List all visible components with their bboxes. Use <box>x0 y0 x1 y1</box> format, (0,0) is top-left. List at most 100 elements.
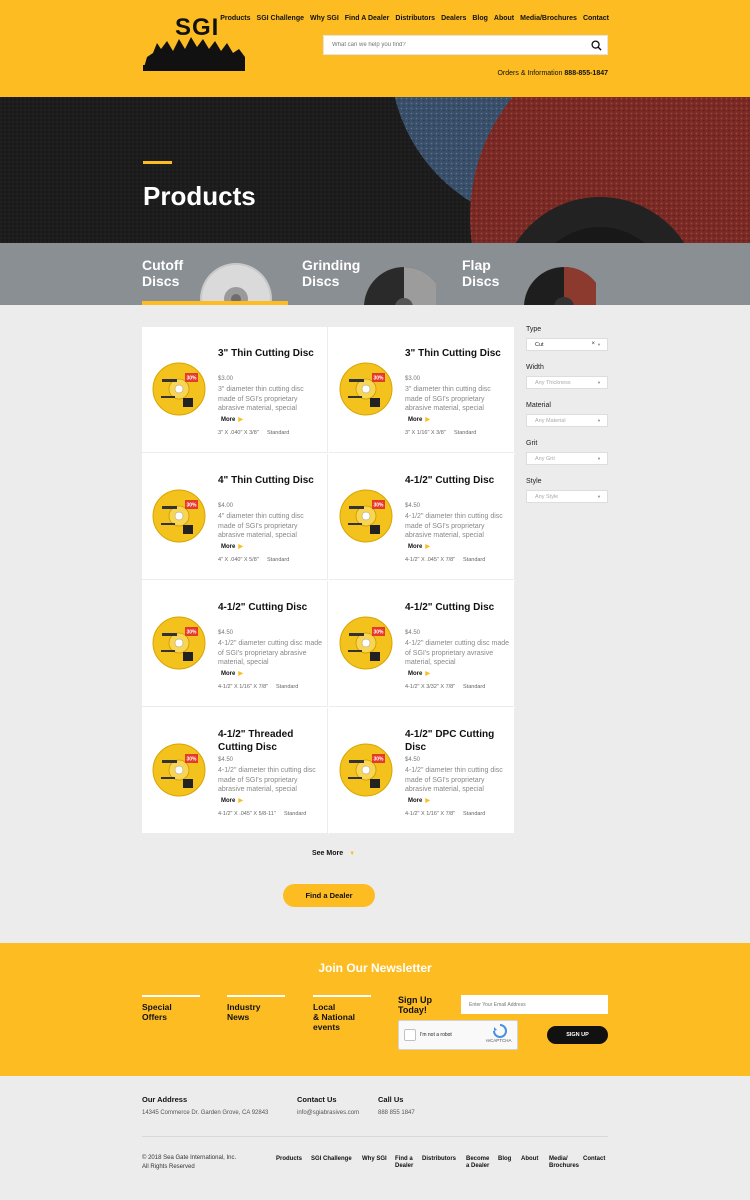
see-more-link[interactable]: See More ▼ <box>312 850 355 857</box>
footer-nav-link[interactable]: Why SGI <box>362 1156 387 1163</box>
product-price: $3.00 <box>218 376 234 382</box>
product-title[interactable]: 4-1/2" DPC Cutting Disc <box>405 729 510 754</box>
nav-link-find-a-dealer[interactable]: Find A Dealer <box>345 15 390 27</box>
footer-nav-label: Become <box>466 1156 490 1162</box>
product-card[interactable]: 30% 4-1/2" DPC Cutting Disc $4.50 4-1/2" di… <box>329 708 515 834</box>
product-disc-image: 30% <box>152 362 206 416</box>
discount-badge: 30% <box>373 630 384 636</box>
nav-link-why-sgi[interactable]: Why SGI <box>310 15 339 27</box>
product-title[interactable]: 4-1/2" Threaded Cutting Disc <box>218 729 323 754</box>
newsletter-benefit: Special Offers <box>142 995 200 1022</box>
product-grade: Standard <box>267 557 290 563</box>
call-phone-link[interactable]: 888 855 1847 <box>378 1110 415 1116</box>
footer-nav-link[interactable]: Become a Dealer <box>466 1156 489 1169</box>
find-dealer-button[interactable]: Find a Dealer <box>283 884 375 907</box>
footer-nav-label: About <box>521 1156 539 1162</box>
cutoff-disc-image <box>200 263 272 305</box>
footer-nav-link[interactable]: About <box>521 1156 538 1163</box>
footer-nav-link[interactable]: Contact <box>583 1156 605 1163</box>
product-description: 4-1/2" diameter cutting disc made of SGI… <box>405 640 510 667</box>
product-title[interactable]: 4" Thin Cutting Disc <box>218 475 323 488</box>
more-link[interactable]: More ▶ <box>408 797 430 804</box>
nav-link-products[interactable]: Products <box>220 15 250 27</box>
recaptcha-brand: reCAPTCHA <box>486 1038 512 1043</box>
product-title[interactable]: 4-1/2" Cutting Disc <box>405 475 510 488</box>
product-price: $4.00 <box>218 503 234 509</box>
more-link[interactable]: More ▶ <box>408 543 430 550</box>
filter-select-grit[interactable]: Any Grit ▼ <box>526 452 608 465</box>
more-link[interactable]: More ▶ <box>221 543 243 550</box>
hero-background-image <box>0 97 750 243</box>
nav-link-contact[interactable]: Contact <box>583 15 609 27</box>
product-description: 3" diameter thin cutting disc made of SG… <box>405 386 491 413</box>
product-card[interactable]: 30% 4-1/2" Cutting Disc $4.50 4-1/2" diamet… <box>329 581 515 707</box>
footer-nav-link[interactable]: Media/Brochures <box>549 1156 579 1169</box>
product-title[interactable]: 3" Thin Cutting Disc <box>218 348 323 361</box>
more-link[interactable]: More ▶ <box>408 416 430 423</box>
orders-label: Orders & Information <box>497 70 563 77</box>
email-field[interactable] <box>461 995 608 1014</box>
recaptcha-checkbox[interactable] <box>404 1029 416 1041</box>
discount-badge: 30% <box>186 376 197 382</box>
nav-link-media-brochures[interactable]: Media/Brochures <box>520 15 577 27</box>
product-disc-image: 30% <box>339 743 393 797</box>
play-triangle-icon: ▶ <box>238 544 243 550</box>
chevron-down-icon: ▼ <box>597 380 601 385</box>
orders-phone[interactable]: 888-855-1847 <box>564 70 608 77</box>
filter-value: Any Grit <box>535 455 555 462</box>
site-header: SGI Products SGI Challenge Why SGI Find A D… <box>0 0 750 97</box>
category-flap-discs[interactable]: Flap Discs <box>462 243 608 305</box>
filter-select-width[interactable]: Any Thickness ▼ <box>526 376 608 389</box>
product-title[interactable]: 4-1/2" Cutting Disc <box>405 602 510 615</box>
category-label: Cutoff <box>142 257 184 273</box>
footer-nav-link[interactable]: Distributors <box>422 1156 456 1163</box>
signup-button[interactable]: SIGN UP <box>547 1026 608 1044</box>
product-card[interactable]: 30% 4-1/2" Threaded Cutting Disc $4.50 4-1/… <box>142 708 328 834</box>
product-title[interactable]: 3" Thin Cutting Disc <box>405 348 510 361</box>
more-link[interactable]: More ▶ <box>221 797 243 804</box>
more-link[interactable]: More ▶ <box>408 670 430 677</box>
filter-select-material[interactable]: Any Material ▼ <box>526 414 608 427</box>
more-link[interactable]: More ▶ <box>221 670 243 677</box>
clear-icon[interactable]: × <box>591 341 595 347</box>
category-grinding-discs[interactable]: Grinding Discs <box>302 243 448 305</box>
footer-nav-label: a Dealer <box>466 1162 490 1169</box>
product-card[interactable]: 30% 3" Thin Cutting Disc $3.00 3" diameter … <box>142 327 328 453</box>
discount-badge: 30% <box>373 503 384 509</box>
recaptcha-label: I'm not a robot <box>420 1032 452 1038</box>
nav-link-sgi-challenge[interactable]: SGI Challenge <box>257 15 304 27</box>
grinding-disc-image <box>364 267 436 305</box>
product-card[interactable]: 30% 4-1/2" Cutting Disc $4.50 4-1/2" diamet… <box>329 454 515 580</box>
nav-link-about[interactable]: About <box>494 15 514 27</box>
more-link[interactable]: More ▶ <box>221 416 243 423</box>
footer-nav-link[interactable]: Blog <box>498 1156 511 1163</box>
category-label: Discs <box>462 273 500 289</box>
product-card[interactable]: 30% 3" Thin Cutting Disc $3.00 3" diameter … <box>329 327 515 453</box>
category-cutoff-discs[interactable]: Cutoff Discs <box>142 243 288 305</box>
product-grid: 30% 3" Thin Cutting Disc $3.00 3" diameter … <box>142 327 515 834</box>
footer-nav-link[interactable]: Products <box>276 1156 302 1163</box>
search-input[interactable] <box>324 42 585 48</box>
nav-link-blog[interactable]: Blog <box>472 15 488 27</box>
contact-email-link[interactable]: info@sgiabrasives.com <box>297 1110 359 1116</box>
filter-select-type[interactable]: Cut × ▼ <box>526 338 608 351</box>
benefit-text: & National <box>313 1012 356 1022</box>
newsletter-benefit: Industry News <box>227 995 285 1022</box>
filter-select-style[interactable]: Any Style ▼ <box>526 490 608 503</box>
product-card[interactable]: 30% 4" Thin Cutting Disc $4.00 4" diameter … <box>142 454 328 580</box>
copyright-line: © 2018 Sea Gate International, Inc. <box>142 1155 237 1161</box>
product-price: $3.00 <box>405 376 421 382</box>
product-description: 4-1/2" diameter thin cutting disc made o… <box>405 767 503 794</box>
product-disc-image: 30% <box>152 616 206 670</box>
product-title[interactable]: 4-1/2" Cutting Disc <box>218 602 323 615</box>
product-card[interactable]: 30% 4-1/2" Cutting Disc $4.50 4-1/2" diamet… <box>142 581 328 707</box>
footer-nav-label: Why SGI <box>362 1156 387 1162</box>
filter-value: Any Thickness <box>535 379 571 386</box>
footer-nav-link[interactable]: SGI Challenge <box>311 1156 352 1163</box>
nav-link-distributors[interactable]: Distributors <box>395 15 435 27</box>
product-description: 3" diameter thin cutting disc made of SG… <box>218 386 304 413</box>
nav-link-dealers[interactable]: Dealers <box>441 15 466 27</box>
search-icon[interactable] <box>585 36 607 54</box>
product-description: 4-1/2" diameter thin cutting disc made o… <box>218 767 316 794</box>
footer-nav-link[interactable]: Find a Dealer <box>395 1156 413 1169</box>
